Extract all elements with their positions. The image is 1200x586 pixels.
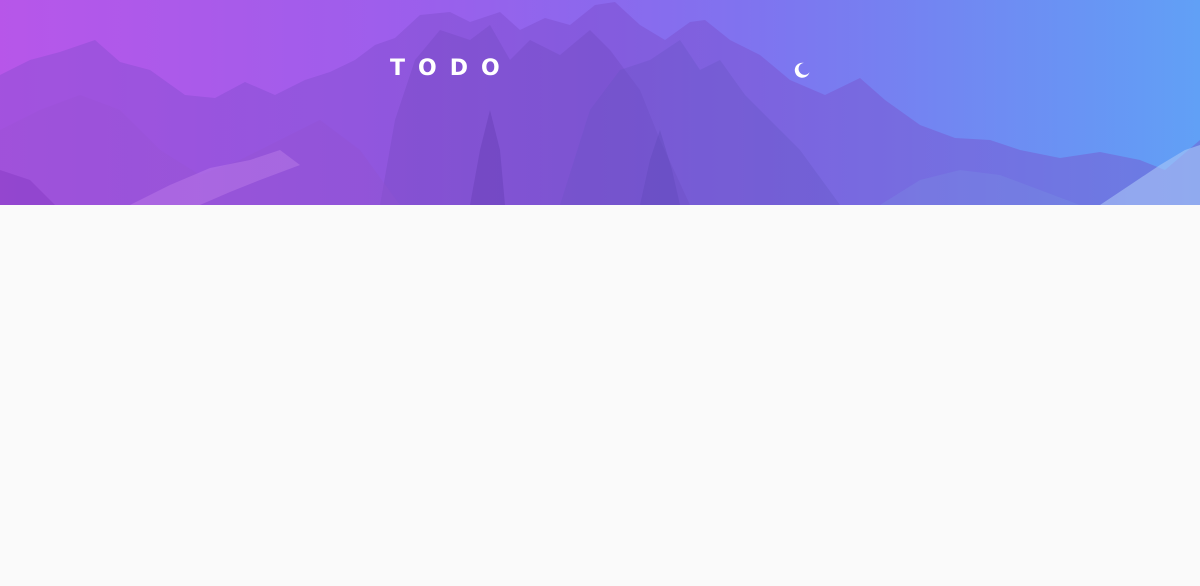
header-banner: TODO [0,0,1200,205]
moon-icon [794,62,810,78]
app-title: TODO [390,56,513,81]
gradient-overlay [0,0,1200,205]
todo-main-area [0,205,1200,586]
theme-toggle-button[interactable] [790,58,814,82]
